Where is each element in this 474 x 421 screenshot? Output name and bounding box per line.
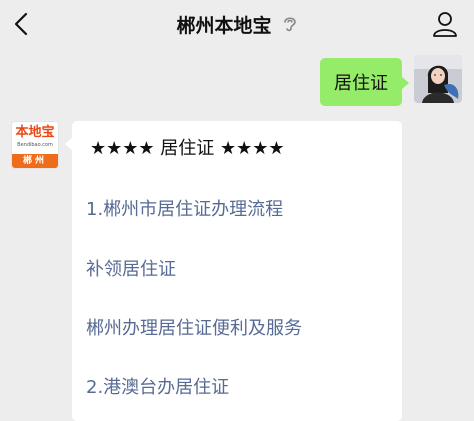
profile-button[interactable] [430,9,460,39]
card-link-4[interactable]: 2.港澳台办居住证 [86,373,229,399]
card-link-3[interactable]: 郴州办理居住证便利及服务 [86,314,302,340]
ear-icon [283,17,296,32]
logo-domain-text: Bendibao.com [17,142,53,148]
self-avatar[interactable] [414,55,462,103]
card-header: ★★★★ 居住证 ★★★★ [90,138,285,159]
logo-brand-text: 本地宝 [15,125,55,140]
card-link-2[interactable]: 补领居住证 [86,255,176,281]
card-link-1[interactable]: 1.郴州市居住证办理流程 [86,195,283,221]
top-bar: 郴州本地宝 [0,0,474,48]
bot-avatar[interactable]: 本地宝 Bendibao.com 郴州 [11,121,59,169]
user-photo [414,55,462,103]
chevron-left-icon [14,12,28,36]
title-area: 郴州本地宝 [0,0,474,48]
person-icon [433,12,457,37]
outgoing-message-row: 居住证 [320,55,462,106]
reply-card: ★★★★ 居住证 ★★★★ 1.郴州市居住证办理流程 补领居住证 郴州办理居住证… [65,121,402,421]
chat-title: 郴州本地宝 [176,14,272,37]
logo-top: 本地宝 Bendibao.com [12,122,58,156]
outgoing-message-bubble[interactable]: 居住证 [320,58,409,106]
logo-city-text: 郴州 [12,154,58,168]
back-button[interactable] [8,10,36,38]
